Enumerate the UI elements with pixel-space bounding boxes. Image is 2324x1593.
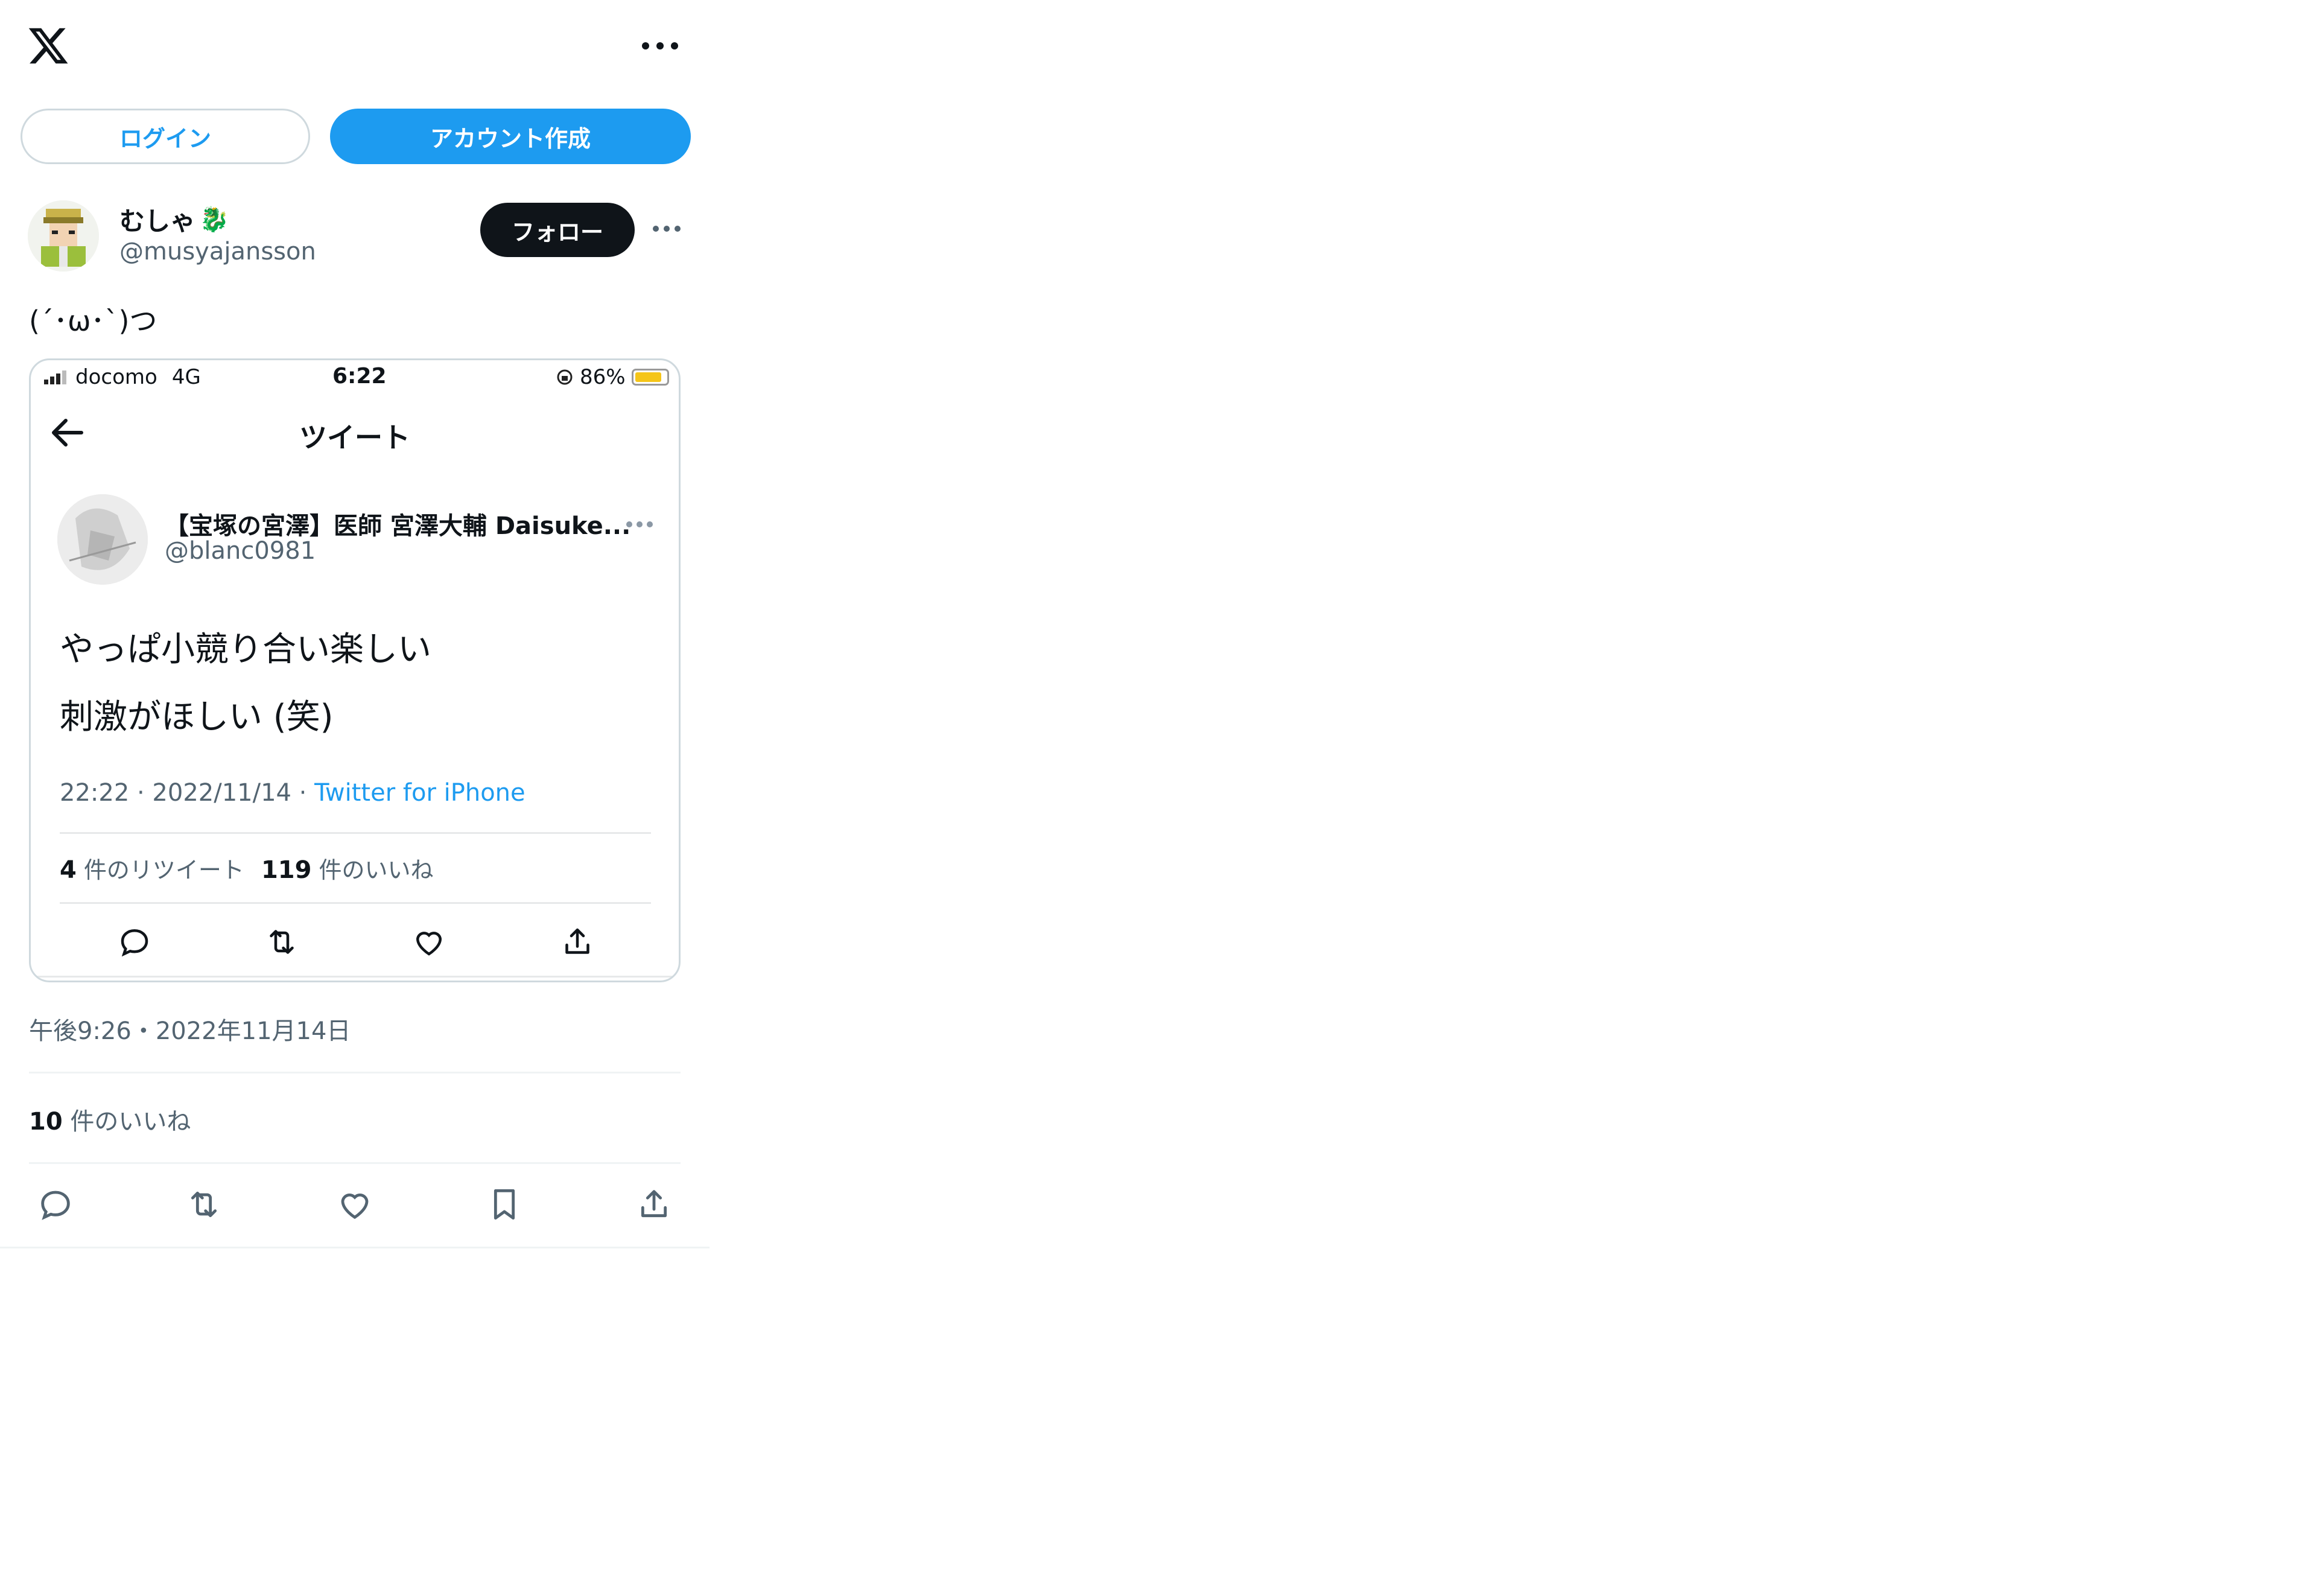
- quoted-author-name: 【宝塚の宮澤】医師 宮澤大輔 Daisuke...: [165, 512, 631, 540]
- author-handle[interactable]: @musyajansson: [119, 238, 316, 266]
- divider: [60, 832, 651, 834]
- share-icon: [559, 924, 595, 960]
- status-bar-time: 6:22: [332, 364, 387, 389]
- like-icon: [411, 924, 447, 960]
- divider: [60, 902, 651, 904]
- battery-icon: [631, 369, 669, 386]
- carrier-name: docomo: [75, 365, 157, 389]
- divider: [31, 976, 679, 978]
- retweet-icon: [264, 924, 300, 960]
- avatar[interactable]: [28, 200, 99, 272]
- more-horizontal-icon[interactable]: [652, 224, 682, 233]
- quoted-meta: 22:22 · 2022/11/14 · Twitter for iPhone: [60, 779, 525, 807]
- create-account-button[interactable]: アカウント作成: [330, 109, 691, 164]
- likes-count[interactable]: 10 件のいいね: [29, 1102, 191, 1137]
- divider: [0, 1247, 710, 1248]
- retweet-label: 件のリツイート: [76, 857, 244, 883]
- like-count: 119: [261, 856, 312, 884]
- quoted-avatar: [57, 494, 148, 585]
- quoted-text-line: やっぱ小競り合い楽しい: [60, 630, 431, 669]
- follow-button[interactable]: フォロー: [480, 203, 635, 257]
- divider: [29, 1072, 681, 1073]
- tweet-media-image[interactable]: docomo 4G 6:22 86% ツイート 【宝塚の宮澤】医師 宮澤大輔 D…: [29, 358, 681, 982]
- quoted-source: Twitter for iPhone: [314, 779, 525, 807]
- network-type: 4G: [171, 365, 201, 389]
- quoted-author-handle: @blanc0981: [165, 537, 316, 565]
- like-icon[interactable]: [335, 1185, 374, 1224]
- reply-icon: [116, 924, 153, 960]
- more-horizontal-icon[interactable]: [641, 41, 679, 51]
- like-label: 件のいいね: [311, 857, 434, 883]
- bookmark-icon[interactable]: [485, 1185, 524, 1224]
- share-icon[interactable]: [635, 1185, 673, 1224]
- status-bar-carrier: docomo 4G: [44, 365, 201, 389]
- like-count-number: 10: [29, 1108, 63, 1136]
- author-name-text: むしゃ: [119, 206, 196, 236]
- retweet-count: 4: [60, 856, 77, 884]
- post-timestamp[interactable]: 午後9:26・2022年11月14日: [29, 1011, 351, 1046]
- battery-percent: 86%: [580, 365, 626, 389]
- nav-title: ツイート: [299, 421, 410, 454]
- retweet-icon[interactable]: [185, 1185, 223, 1224]
- tweet-text: (´･ω･`)つ: [29, 305, 157, 337]
- login-button[interactable]: ログイン: [21, 109, 310, 164]
- signal-icon: [44, 370, 68, 384]
- x-logo-icon[interactable]: [27, 24, 70, 68]
- status-bar-right: 86%: [556, 365, 669, 389]
- battery-fill: [635, 372, 661, 382]
- like-count-label: 件のいいね: [62, 1108, 191, 1136]
- dragon-emoji: 🐉: [199, 206, 229, 234]
- more-horizontal-icon: [626, 521, 653, 528]
- reply-icon[interactable]: [36, 1185, 75, 1224]
- quoted-timestamp: 22:22 · 2022/11/14 ·: [60, 779, 315, 807]
- orientation-lock-icon: [556, 368, 574, 386]
- quoted-text-line: 刺激がほしい (笑): [60, 698, 334, 737]
- quoted-stats: 4 件のリツイート 119 件のいいね: [60, 851, 434, 885]
- author-name[interactable]: むしゃ 🐉: [119, 201, 229, 238]
- divider: [29, 1162, 681, 1164]
